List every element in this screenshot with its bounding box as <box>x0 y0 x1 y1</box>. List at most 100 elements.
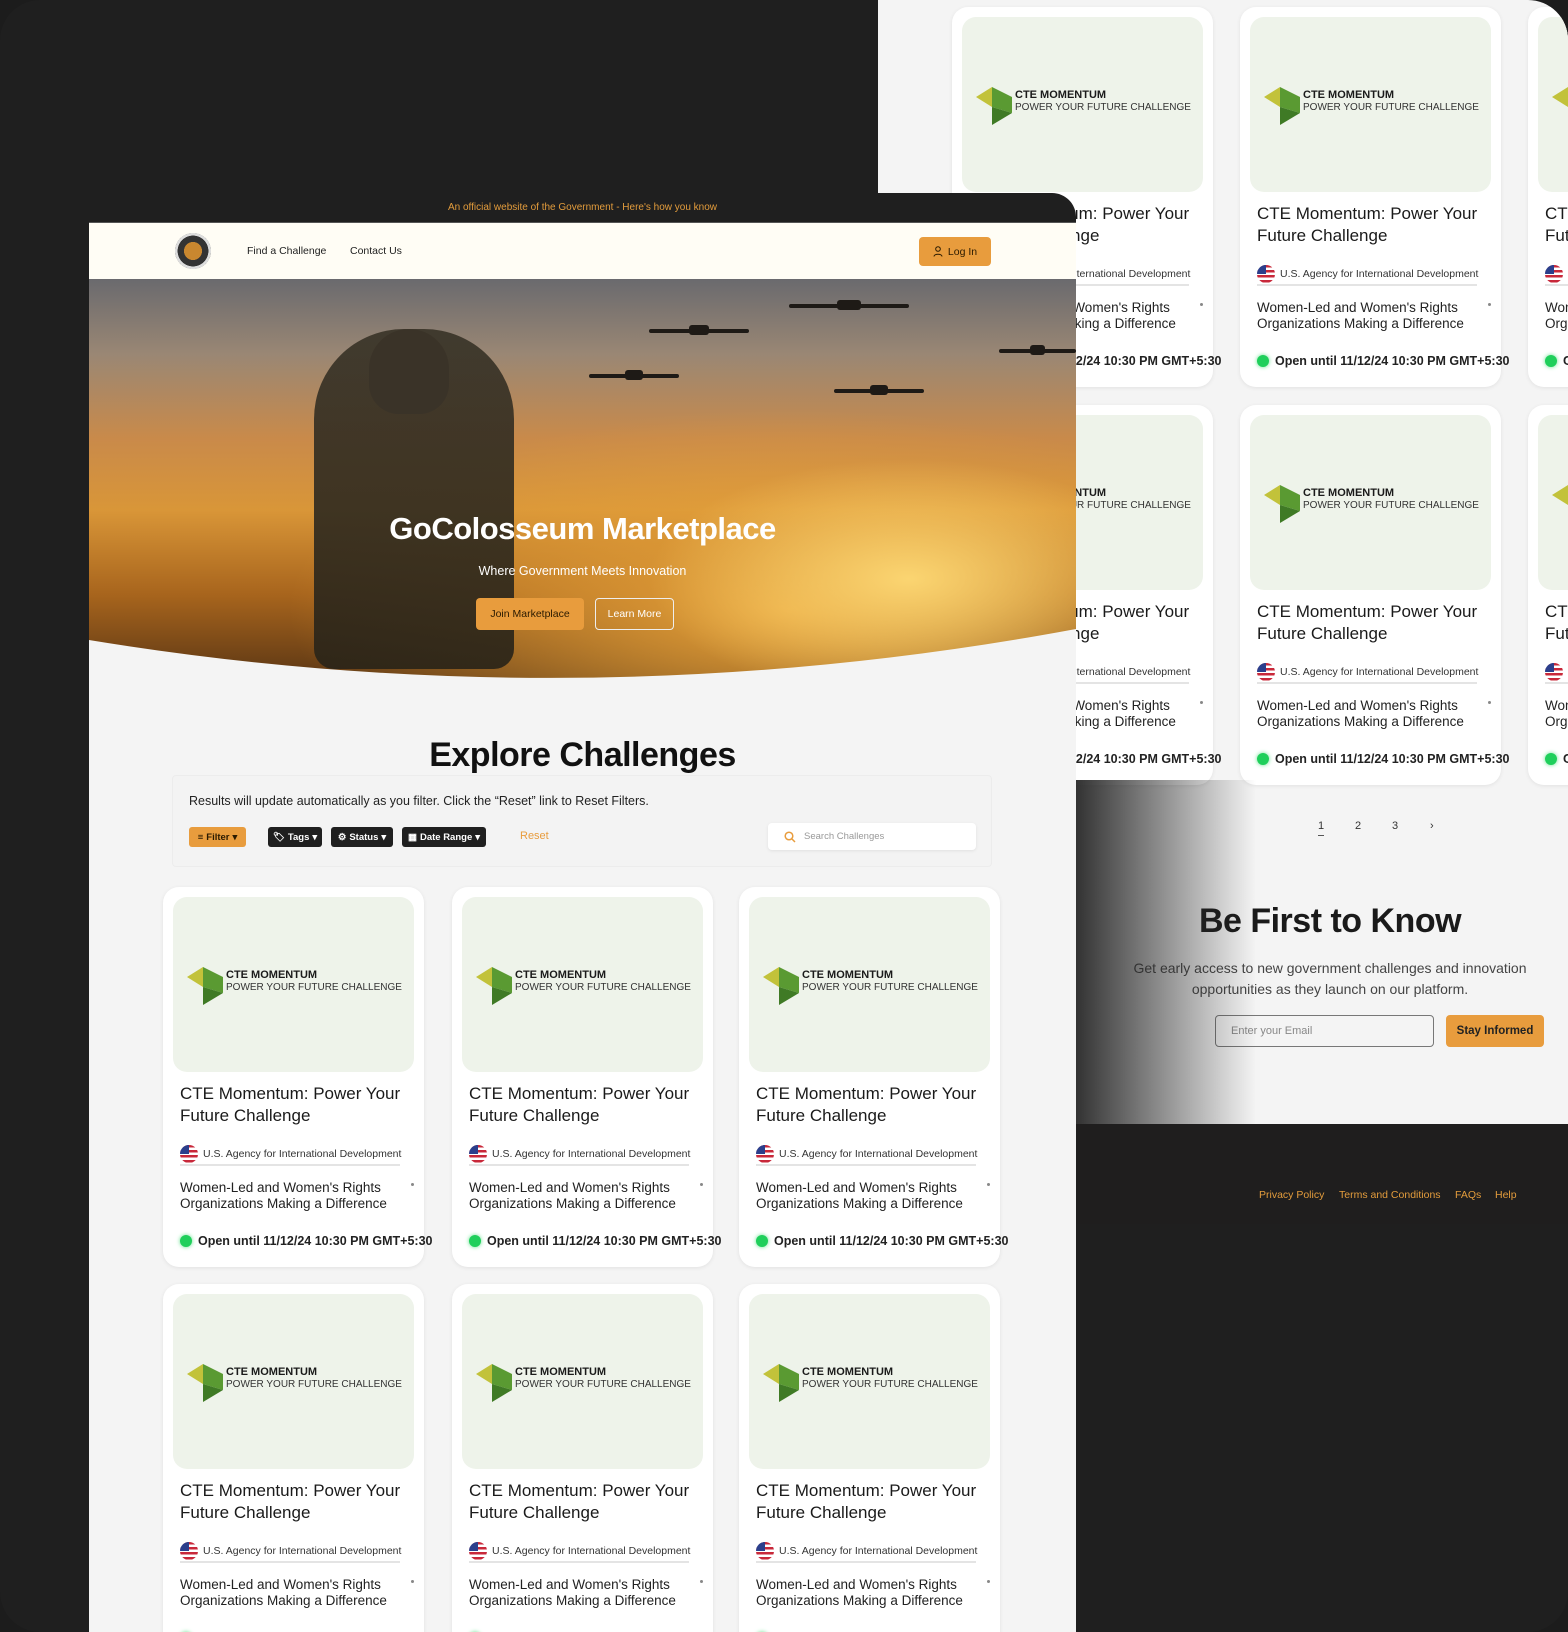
challenge-card[interactable]: CTE MOMENTUMPOWER YOUR FUTURE CHALLENGEC… <box>452 887 721 1267</box>
site-header: Find a Challenge Contact Us Log In <box>89 222 1076 279</box>
next-page-icon[interactable]: › <box>1430 820 1434 832</box>
filter-panel: Results will update automatically as you… <box>172 775 992 867</box>
caret-icon: ▾ <box>312 831 318 843</box>
footer-privacy-link[interactable]: Privacy Policy <box>1259 1189 1324 1201</box>
search-input[interactable]: Search Challenges <box>768 823 976 850</box>
challenge-card[interactable]: CTE MOMENTUMPOWER YOUR FUTURE CHALLENGEC… <box>1528 405 1568 785</box>
card-title[interactable]: CTE Momentum: Power Your Future Challeng… <box>756 1480 986 1524</box>
challenge-image: CTE MOMENTUMPOWER YOUR FUTURE CHALLENGE <box>749 1294 990 1469</box>
footer-faqs-link[interactable]: FAQs <box>1455 1189 1481 1201</box>
card-title[interactable]: CTE Momentum: Power Your Future Challeng… <box>1545 601 1568 645</box>
more-dot-icon <box>700 1580 703 1583</box>
challenge-image: CTE MOMENTUMPOWER YOUR FUTURE CHALLENGE <box>1250 17 1491 192</box>
page-1[interactable]: 1 <box>1318 820 1325 836</box>
caret-icon: ▾ <box>232 831 238 843</box>
date-range-button[interactable]: ▦ Date Range ▾ <box>402 827 486 847</box>
challenge-image: CTE MOMENTUMPOWER YOUR FUTURE CHALLENGE <box>173 1294 414 1469</box>
reset-link[interactable]: Reset <box>520 830 549 842</box>
card-agency: U.S. Agency for International Developmen… <box>469 1144 690 1166</box>
footer-terms-link[interactable]: Terms and Conditions <box>1339 1189 1441 1201</box>
status-text: Open until 11/12/24 10:30 PM GMT+5:30 <box>774 1234 1009 1248</box>
challenge-image: CTE MOMENTUMPOWER YOUR FUTURE CHALLENGE <box>1538 17 1568 192</box>
stay-informed-button[interactable]: Stay Informed <box>1446 1015 1544 1047</box>
status-open-icon <box>1545 753 1557 765</box>
agency-name: U.S. Agency for International Developmen… <box>779 1545 978 1557</box>
challenge-image: CTE MOMENTUMPOWER YOUR FUTURE CHALLENGE <box>749 897 990 1072</box>
nav-find-challenge[interactable]: Find a Challenge <box>247 245 326 257</box>
card-agency: U.S. Agency for International Developmen… <box>756 1144 978 1166</box>
card-title[interactable]: CTE Momentum: Power Your Future Challeng… <box>1257 203 1487 247</box>
card-agency: U.S. Agency for International Developmen… <box>1545 662 1568 684</box>
card-status: Open until 11/12/24 10:30 PM GMT+5:30 <box>180 1234 432 1248</box>
cte-logo-icon <box>1264 485 1300 523</box>
card-agency: U.S. Agency for International Developmen… <box>180 1541 401 1563</box>
agency-name: U.S. Agency for International Developmen… <box>779 1148 978 1160</box>
logo-line1: CTE MOMENTUM <box>1303 89 1395 101</box>
us-flag-icon <box>180 1542 198 1560</box>
status-label: Status <box>349 831 379 843</box>
status-open-icon <box>180 1235 192 1247</box>
page-3[interactable]: 3 <box>1392 820 1398 832</box>
nav-contact-us[interactable]: Contact Us <box>350 245 402 257</box>
card-title[interactable]: CTE Momentum: Power Your Future Challeng… <box>469 1083 699 1127</box>
challenge-card[interactable]: CTE MOMENTUMPOWER YOUR FUTURE CHALLENGE C… <box>1528 7 1568 387</box>
more-dot-icon <box>411 1580 414 1583</box>
filter-button[interactable]: ≡ Filter ▾ <box>189 827 246 847</box>
card-title[interactable]: CTE Momentum: Power Your Future Challeng… <box>1257 601 1487 645</box>
card-agency: U.S. Agency for International Developmen… <box>1545 264 1568 286</box>
card-description: Women-Led and Women's Rights Organizatio… <box>756 1577 963 1608</box>
logo-line2: POWER YOUR FUTURE CHALLENGE <box>802 982 978 993</box>
challenge-card[interactable]: CTE MOMENTUMPOWER YOUR FUTURE CHALLENGEC… <box>739 1284 1008 1632</box>
challenge-card[interactable]: CTE MOMENTUMPOWER YOUR FUTURE CHALLENGE C… <box>452 1284 721 1632</box>
logo-line1: CTE MOMENTUM <box>802 1366 894 1378</box>
logo-line2: POWER YOUR FUTURE CHALLENGE <box>1303 500 1479 511</box>
card-title[interactable]: CTE Momentum: Power Your Future Challeng… <box>469 1480 699 1524</box>
agency-name: U.S. Agency for International Developmen… <box>492 1545 691 1557</box>
us-flag-icon <box>1257 663 1275 681</box>
seal-logo[interactable] <box>175 233 211 269</box>
more-dot-icon <box>1200 303 1203 306</box>
card-description: Women-Led and Women's Rights Organizatio… <box>1545 300 1568 331</box>
cte-logo-icon <box>1552 87 1568 107</box>
card-title[interactable]: CTE Momentum: Power Your Future Challeng… <box>180 1083 410 1127</box>
challenge-card[interactable]: CTE MOMENTUMPOWER YOUR FUTURE CHALLENGEC… <box>163 1284 432 1632</box>
logo-line2: POWER YOUR FUTURE CHALLENGE <box>802 1379 978 1390</box>
challenge-card[interactable]: CTE MOMENTUMPOWER YOUR FUTURE CHALLENGEC… <box>1240 7 1509 387</box>
footer-help-link[interactable]: Help <box>1495 1189 1517 1201</box>
calendar-icon: ▦ <box>407 831 417 843</box>
card-title[interactable]: CTE Momentum: Power Your Future Challeng… <box>1545 203 1568 247</box>
card-description: Women-Led and Women's Rights Organizatio… <box>180 1577 387 1608</box>
page-2[interactable]: 2 <box>1355 820 1361 832</box>
logo-line2: POWER YOUR FUTURE CHALLENGE <box>515 1379 691 1390</box>
challenge-card[interactable]: CTE MOMENTUMPOWER YOUR FUTURE CHALLENGEC… <box>1240 405 1509 785</box>
status-button[interactable]: ⚙ Status ▾ <box>331 827 393 847</box>
challenge-card[interactable]: CTE MOMENTUMPOWER YOUR FUTURE CHALLENGE C… <box>739 887 1008 1267</box>
challenge-image: CTE MOMENTUMPOWER YOUR FUTURE CHALLENGE <box>962 17 1203 192</box>
more-dot-icon <box>411 1183 414 1186</box>
filter-label: Filter <box>206 831 230 843</box>
login-button[interactable]: Log In <box>919 237 991 266</box>
logo-line1: CTE MOMENTUM <box>515 969 607 981</box>
user-icon <box>933 246 943 257</box>
logo-line1: CTE MOMENTUM <box>515 1366 607 1378</box>
cte-logo-icon <box>763 967 799 1005</box>
cte-logo-icon <box>187 967 223 1005</box>
cte-logo-icon <box>1552 485 1568 505</box>
card-title[interactable]: CTE Momentum: Power Your Future Challeng… <box>756 1083 986 1127</box>
card-title[interactable]: CTE Momentum: Power Your Future Challeng… <box>180 1480 410 1524</box>
card-description: Women-Led and Women's Rights Organizatio… <box>469 1577 676 1608</box>
us-flag-icon <box>1545 265 1563 283</box>
gear-icon: ⚙ <box>337 831 347 843</box>
logo-line1: CTE MOMENTUM <box>226 1366 318 1378</box>
card-description: Women-Led and Women's Rights Organizatio… <box>1257 698 1464 729</box>
cte-logo-icon <box>763 1364 799 1402</box>
status-open-icon <box>756 1235 768 1247</box>
cte-logo-icon <box>187 1364 223 1402</box>
challenge-card[interactable]: CTE MOMENTUMPOWER YOUR FUTURE CHALLENGEC… <box>163 887 432 1267</box>
gov-banner[interactable]: An official website of the Government - … <box>89 193 1076 222</box>
more-dot-icon <box>987 1183 990 1186</box>
tags-button[interactable]: 🏷 Tags ▾ <box>268 827 322 847</box>
card-description: Women-Led and Women's Rights Organizatio… <box>1257 300 1464 331</box>
us-flag-icon <box>1257 265 1275 283</box>
agency-name: U.S. Agency for International Developmen… <box>203 1148 402 1160</box>
